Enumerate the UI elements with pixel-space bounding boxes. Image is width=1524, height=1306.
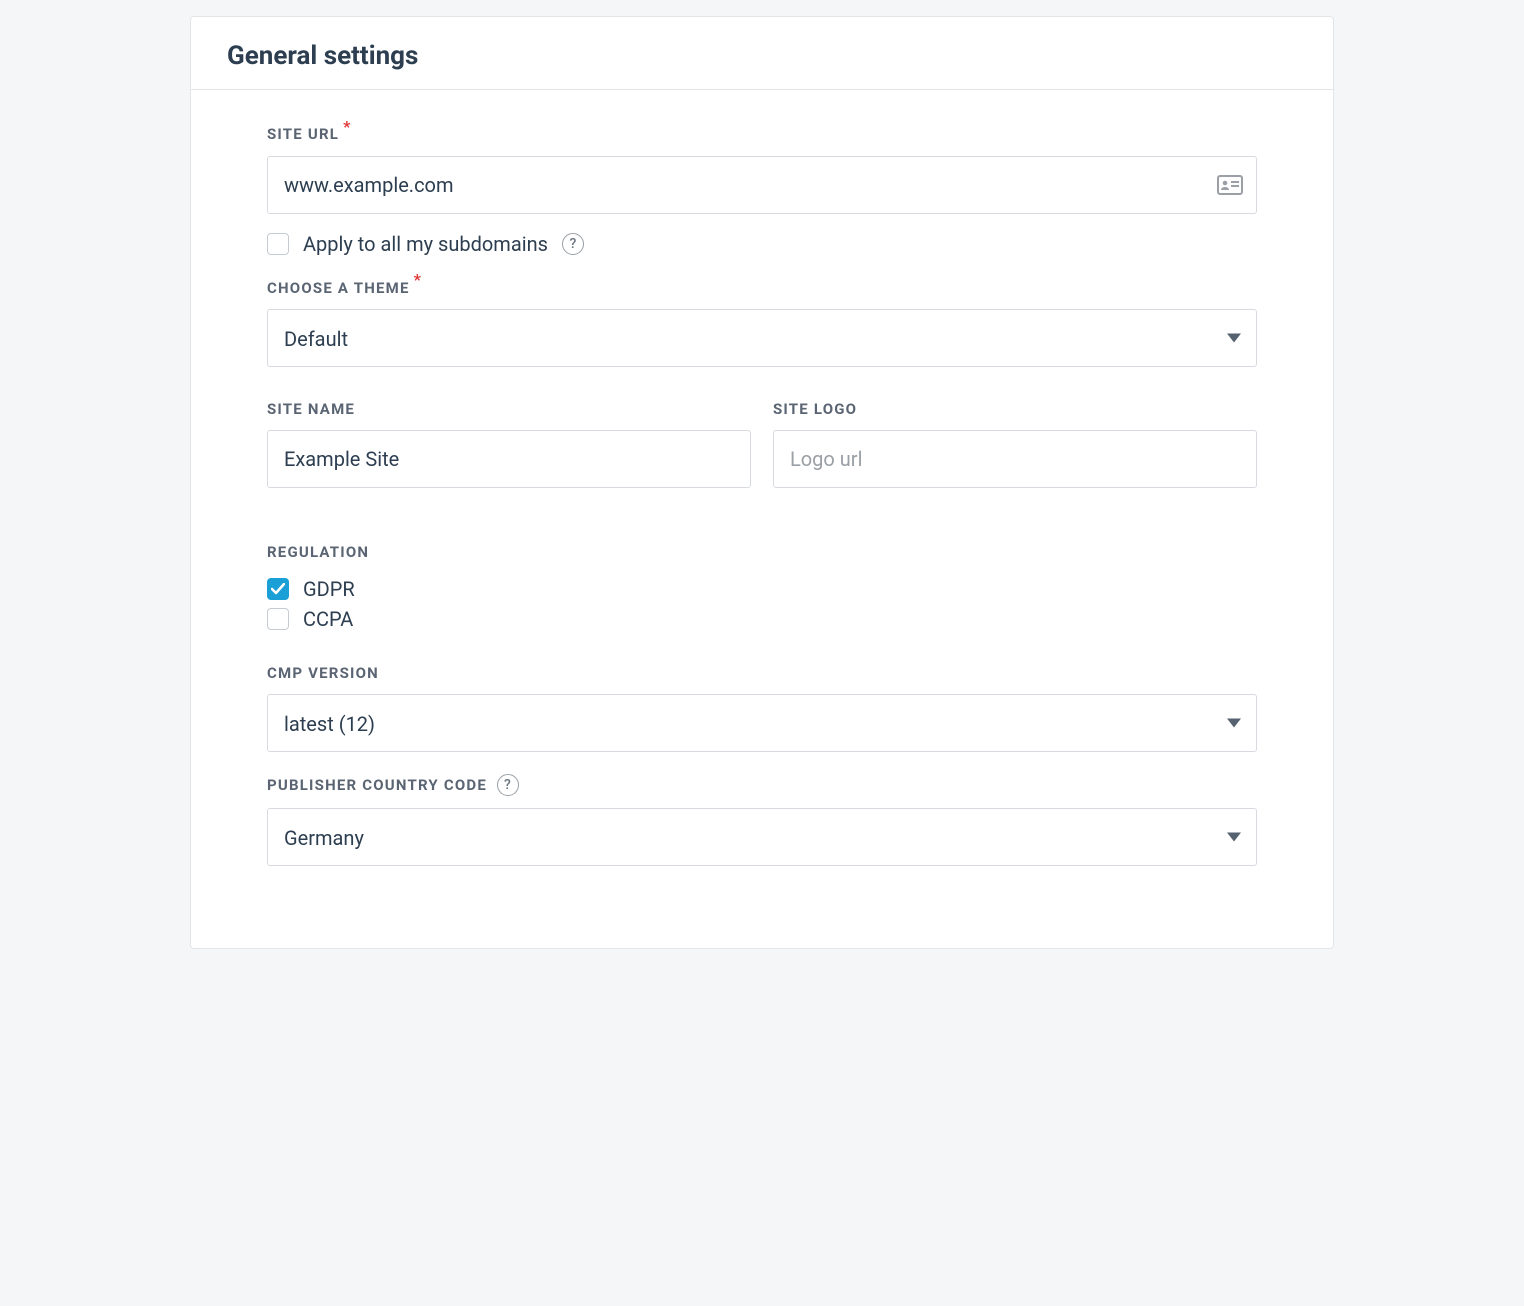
general-settings-panel: General settings Site URL* <box>190 16 1334 949</box>
id-card-icon <box>1217 175 1243 195</box>
label-site-name: Site Name <box>267 400 355 418</box>
site-url-input[interactable] <box>267 156 1257 214</box>
ccpa-label: CCPA <box>303 607 353 631</box>
row-name-logo: Site Name Site Logo <box>267 399 1257 510</box>
field-site-logo: Site Logo <box>773 399 1257 488</box>
field-site-name: Site Name <box>267 399 751 488</box>
publisher-country-select[interactable]: Germany <box>267 808 1257 866</box>
page-title: General settings <box>227 41 1297 71</box>
gdpr-row: GDPR <box>267 577 1257 601</box>
publisher-country-wrap: Germany <box>267 808 1257 866</box>
field-theme: Choose a theme* Default <box>267 278 1257 368</box>
gdpr-label: GDPR <box>303 577 355 601</box>
label-cmp-version: CMP Version <box>267 664 379 682</box>
regulation-group: GDPR CCPA <box>267 577 1257 631</box>
apply-subdomains-row: Apply to all my subdomains ? <box>267 232 1257 256</box>
field-site-url: Site URL* Apply to al <box>267 124 1257 256</box>
label-regulation: Regulation <box>267 543 369 561</box>
field-cmp-version: CMP Version latest (12) <box>267 663 1257 752</box>
label-site-logo: Site Logo <box>773 400 857 418</box>
panel-header: General settings <box>191 17 1333 90</box>
apply-subdomains-label: Apply to all my subdomains <box>303 232 548 256</box>
required-marker: * <box>414 270 422 289</box>
field-publisher-country: Publisher Country Code ? Germany <box>267 774 1257 866</box>
chevron-down-icon <box>1227 334 1241 343</box>
chevron-down-icon <box>1227 833 1241 842</box>
label-publisher-country: Publisher Country Code ? <box>267 774 519 796</box>
label-site-url: Site URL* <box>267 125 358 144</box>
ccpa-row: CCPA <box>267 607 1257 631</box>
help-icon[interactable]: ? <box>497 774 519 796</box>
theme-select[interactable]: Default <box>267 309 1257 367</box>
apply-subdomains-checkbox[interactable] <box>267 233 289 255</box>
chevron-down-icon <box>1227 719 1241 728</box>
theme-select-wrap: Default <box>267 309 1257 367</box>
site-url-input-wrap <box>267 156 1257 214</box>
panel-body: Site URL* Apply to al <box>191 90 1333 948</box>
required-marker: * <box>343 117 351 136</box>
gdpr-checkbox[interactable] <box>267 578 289 600</box>
cmp-version-wrap: latest (12) <box>267 694 1257 752</box>
help-icon[interactable]: ? <box>562 233 584 255</box>
cmp-version-select[interactable]: latest (12) <box>267 694 1257 752</box>
field-regulation: Regulation GDPR CCPA <box>267 542 1257 631</box>
site-logo-input[interactable] <box>773 430 1257 488</box>
ccpa-checkbox[interactable] <box>267 608 289 630</box>
label-theme: Choose a theme* <box>267 278 428 297</box>
site-name-input[interactable] <box>267 430 751 488</box>
